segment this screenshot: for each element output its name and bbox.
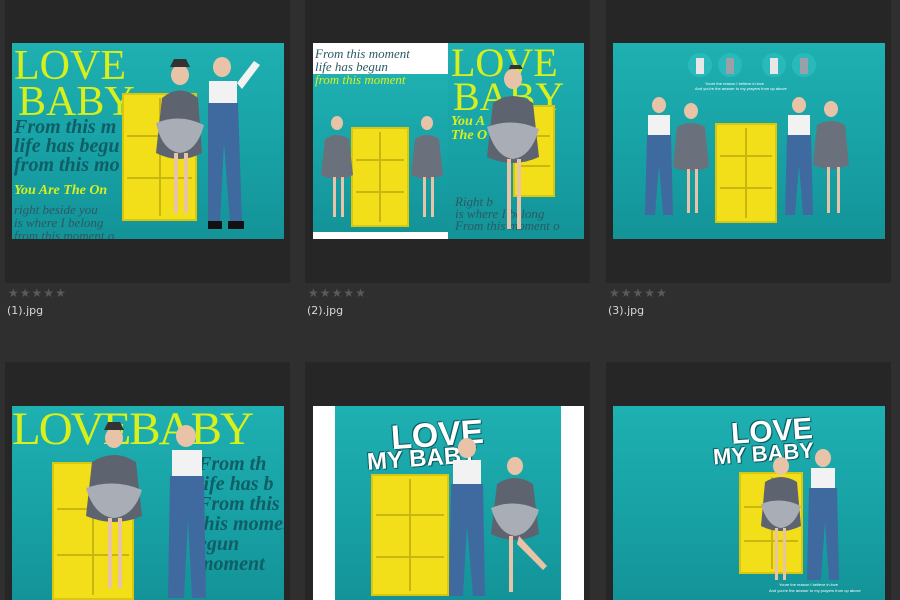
thumbnail-image[interactable]: LOVE BABY From this m life has begu from… <box>12 43 284 239</box>
thumbnail-item[interactable]: Youre the reason I believe in love And y… <box>606 0 891 317</box>
caption-text: Youre the reason I believe in love <box>779 582 839 587</box>
thumbnail-card[interactable]: LOVEBABY From th life has b From this th… <box>5 362 290 600</box>
thumbnail-image[interactable]: LOVEBABY From th life has b From this th… <box>12 406 284 600</box>
thumbnail-grid: LOVE BABY From this m life has begu from… <box>0 0 900 600</box>
couple-photo <box>321 116 443 217</box>
star-rating[interactable]: ★★★★★ <box>308 287 367 299</box>
thumbnail-card[interactable]: LOVE MY BABY Youre the reason I believe … <box>606 362 891 600</box>
couple-photo <box>449 438 547 596</box>
star-icon[interactable]: ★ <box>20 286 31 300</box>
star-icon[interactable]: ★ <box>320 286 331 300</box>
caption-text: And you're the answer to my prayers from… <box>695 86 787 91</box>
mini-portraits <box>688 53 816 77</box>
star-icon[interactable]: ★ <box>355 286 366 300</box>
file-name[interactable]: (2).jpg <box>307 304 343 317</box>
couple-photo <box>761 449 839 580</box>
star-icon[interactable]: ★ <box>633 286 644 300</box>
thumbnail-item[interactable]: From this moment life has begun from thi… <box>305 0 590 317</box>
thumbnail-item[interactable]: LOVE BABY From this m life has begu from… <box>5 0 290 317</box>
star-icon[interactable]: ★ <box>656 286 667 300</box>
thumbnail-image[interactable]: Youre the reason I believe in love And y… <box>613 43 885 239</box>
image-text: from this moment <box>315 72 406 87</box>
yellow-shelf <box>371 474 449 596</box>
thumbnail-item[interactable]: LOVEBABY From th life has b From this th… <box>5 362 290 600</box>
image-text: from this mo <box>14 154 120 176</box>
star-icon[interactable]: ★ <box>609 286 620 300</box>
caption-text: And you're the answer to my prayers from… <box>769 588 861 593</box>
thumbnail-image[interactable]: From this moment life has begun from thi… <box>313 43 584 239</box>
star-icon[interactable]: ★ <box>308 286 319 300</box>
star-rating[interactable]: ★★★★★ <box>8 287 67 299</box>
star-icon[interactable]: ★ <box>343 286 354 300</box>
woman-photo <box>487 65 539 229</box>
image-text: From this m <box>14 116 117 138</box>
star-icon[interactable]: ★ <box>43 286 54 300</box>
file-name[interactable]: (3).jpg <box>608 304 644 317</box>
thumbnail-image[interactable]: LOVE MY BABY Youre the reason I believe … <box>613 406 885 600</box>
star-icon[interactable]: ★ <box>8 286 19 300</box>
thumbnail-card[interactable]: From this moment life has begun from thi… <box>305 0 590 283</box>
file-name[interactable]: (1).jpg <box>7 304 43 317</box>
thumbnail-image[interactable]: LOVE MY BABY <box>313 406 584 600</box>
thumbnail-card[interactable]: LOVE BABY From this m life has begu from… <box>5 0 290 283</box>
thumbnail-item[interactable]: LOVE MY BABY Youre the reason I believe … <box>606 362 891 600</box>
couples-photo <box>645 97 849 215</box>
star-rating[interactable]: ★★★★★ <box>609 287 668 299</box>
couple-photo <box>86 422 206 598</box>
thumbnail-card[interactable]: LOVE MY BABY <box>305 362 590 600</box>
image-text: life has begu <box>14 135 120 157</box>
star-icon[interactable]: ★ <box>32 286 43 300</box>
star-icon[interactable]: ★ <box>55 286 66 300</box>
couple-photo <box>156 57 260 229</box>
image-text: You Are The On <box>14 183 108 198</box>
star-icon[interactable]: ★ <box>332 286 343 300</box>
star-icon[interactable]: ★ <box>644 286 655 300</box>
star-icon[interactable]: ★ <box>621 286 632 300</box>
thumbnail-card[interactable]: Youre the reason I believe in love And y… <box>606 0 891 283</box>
image-text: from this moment o <box>14 228 115 239</box>
thumbnail-item[interactable]: LOVE MY BABY <box>305 362 590 600</box>
